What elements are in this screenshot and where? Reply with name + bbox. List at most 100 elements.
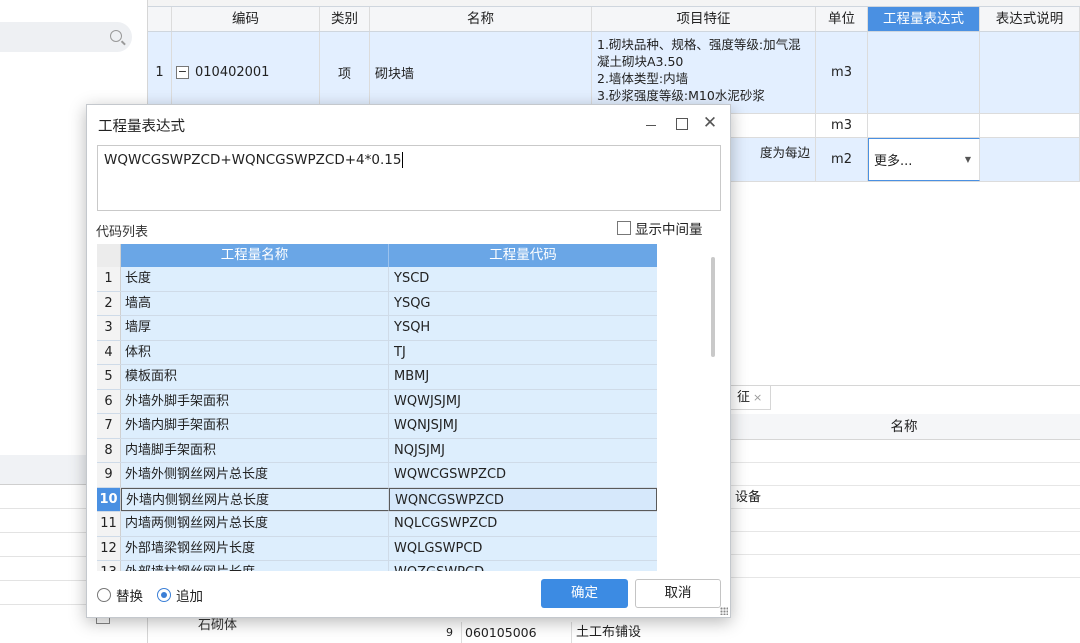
table-row[interactable]: 9 外墙外侧钢丝网片总长度 WQWCGSWPZCD [97,463,657,488]
row-index: 11 [97,512,121,536]
quantity-name-cell[interactable]: 内墙两侧钢丝网片总长度 [121,512,389,536]
close-icon[interactable]: ✕ [698,111,722,135]
search-icon[interactable] [110,30,122,42]
row-unit[interactable]: m2 [816,138,868,181]
col-expression[interactable]: 工程量表达式 [868,7,980,31]
table-row[interactable]: 3 墙厚 YSQH [97,316,657,341]
chevron-down-icon[interactable]: ▼ [965,155,971,164]
list-item[interactable] [728,440,1080,463]
radio-replace-label[interactable]: 替换 [116,585,143,605]
col-unit[interactable]: 单位 [816,7,868,31]
quantity-code-cell[interactable]: WQZGSWPCD [389,561,657,571]
quantity-code-cell[interactable]: MBMJ [389,365,657,389]
table-row[interactable]: 1 长度 YSCD [97,267,657,292]
row-unit[interactable]: m3 [816,32,868,113]
table-row[interactable]: 4 体积 TJ [97,340,657,365]
code-table-body: 1 长度 YSCD 2 墙高 YSQG 3 墙厚 YSQH 4 体积 TJ 5 模板面积 MBMJ 6 外墙外脚… [97,267,657,571]
bottom-list: 设备 [728,440,1080,578]
table-row[interactable]: 7 外墙内脚手架面积 WQNJSJMJ [97,414,657,439]
col-quantity-name[interactable]: 工程量名称 [121,244,389,267]
row-unit[interactable]: m3 [816,114,868,137]
row-code-cell[interactable]: − 010402001 [172,32,320,113]
tab-features[interactable]: 征 × [728,386,772,410]
show-intermediate-checkbox[interactable] [617,221,631,235]
list-item[interactable] [728,532,1080,555]
row-index: 7 [97,414,121,438]
quantity-name-cell[interactable]: 外墙外侧钢丝网片总长度 [121,463,389,487]
quantity-code-cell[interactable]: NQJSJMJ [389,439,657,463]
close-tab-icon[interactable]: × [753,391,762,404]
row-expression[interactable] [868,32,980,113]
quantity-name-cell[interactable]: 外部墙梁钢丝网片长度 [121,536,389,560]
search-box[interactable] [0,22,132,52]
row-name[interactable]: 砌块墙 [370,32,592,113]
row-index: 6 [97,389,121,413]
quantity-code-cell[interactable]: WQWJSJMJ [389,390,657,414]
ok-button[interactable]: 确定 [541,579,628,608]
radio-append-label[interactable]: 追加 [176,585,203,605]
maximize-icon[interactable] [669,111,693,135]
quantity-code-cell[interactable]: WQLGSWPCD [389,537,657,561]
quantity-name-cell[interactable]: 内墙脚手架面积 [121,438,389,462]
col-quantity-code[interactable]: 工程量代码 [389,244,657,267]
quantity-code-cell[interactable]: NQLCGSWPZCD [389,512,657,536]
quantity-name-cell[interactable]: 长度 [121,267,389,291]
resize-grip-icon[interactable] [720,607,728,615]
row-index: 1 [148,32,172,113]
collapse-icon[interactable]: − [176,66,189,79]
toolbar-strip [148,0,1080,7]
quantity-code-cell[interactable]: YSQG [389,292,657,316]
col-name[interactable]: 名称 [370,7,592,31]
quantity-name-cell[interactable]: 模板面积 [121,365,389,389]
quantity-code-cell[interactable]: WQNCGSWPZCD [389,487,657,511]
expression-dropdown[interactable]: 更多... ▼ [868,138,980,181]
row-index: 9 [438,622,462,643]
quantity-name-cell[interactable]: 体积 [121,340,389,364]
radio-replace[interactable] [97,588,111,602]
quantity-name-cell[interactable]: 外墙内侧钢丝网片总长度 [121,487,389,511]
table-row[interactable]: 8 内墙脚手架面积 NQJSJMJ [97,438,657,463]
col-type[interactable]: 类别 [320,7,370,31]
row-index: 4 [97,340,121,364]
list-item[interactable] [728,509,1080,532]
table-row[interactable]: 12 外部墙梁钢丝网片长度 WQLGSWPCD [97,536,657,561]
table-row[interactable]: 10 外墙内侧钢丝网片总长度 WQNCGSWPZCD [97,487,657,512]
table-row[interactable]: 11 内墙两侧钢丝网片总长度 NQLCGSWPZCD [97,512,657,537]
quantity-name-cell[interactable]: 外墙内脚手架面积 [121,414,389,438]
list-item[interactable]: 设备 [728,486,1080,509]
table-row[interactable]: 13外部墙柱钢丝网片长度WQZGSWPCD [97,561,657,571]
list-item[interactable] [728,555,1080,578]
bottom-col-name[interactable]: 名称 [728,414,1080,440]
row-features[interactable]: 1.砌块品种、规格、强度等级:加气混凝土砌块A3.50 2.墙体类型:内墙 3.… [592,32,816,113]
minimize-icon[interactable] [639,111,663,135]
dialog-title: 工程量表达式 [98,119,185,135]
cancel-button[interactable]: 取消 [635,579,721,608]
col-features[interactable]: 项目特征 [592,7,816,31]
radio-append[interactable] [157,588,171,602]
row-type[interactable]: 项 [320,32,370,113]
row-name: 土工布铺设 [576,625,642,640]
quantity-name-cell[interactable]: 外墙外脚手架面积 [121,389,389,413]
quantity-name-cell[interactable]: 墙高 [121,291,389,315]
table-row[interactable]: 6 外墙外脚手架面积 WQWJSJMJ [97,389,657,414]
row-expr-desc[interactable] [980,32,1080,113]
quantity-name-cell[interactable]: 外部墙柱钢丝网片长度 [121,561,389,571]
expression-input[interactable]: WQWCGSWPZCD+WQNCGSWPZCD+4*0.15 [97,145,721,211]
table-row[interactable]: 5 模板面积 MBMJ [97,365,657,390]
col-code[interactable]: 编码 [172,7,320,31]
row-index: 3 [97,316,121,340]
row-index: 8 [97,438,121,462]
quantity-code-cell[interactable]: WQNJSJMJ [389,414,657,438]
list-item[interactable]: 9 060105006 土工布铺设 [438,622,1080,643]
col-expr-desc[interactable]: 表达式说明 [980,7,1080,31]
quantity-code-cell[interactable]: TJ [389,341,657,365]
show-intermediate-toggle[interactable]: 显示中间量 [617,218,703,238]
grid-row[interactable]: 1 − 010402001 项 砌块墙 1.砌块品种、规格、强度等级:加气混凝土… [148,32,1080,114]
quantity-name-cell[interactable]: 墙厚 [121,316,389,340]
quantity-code-cell[interactable]: WQWCGSWPZCD [389,463,657,487]
table-row[interactable]: 2 墙高 YSQG [97,291,657,316]
quantity-code-cell[interactable]: YSCD [389,267,657,291]
list-item[interactable] [728,463,1080,486]
vertical-scrollbar[interactable] [711,257,715,357]
quantity-code-cell[interactable]: YSQH [389,316,657,340]
